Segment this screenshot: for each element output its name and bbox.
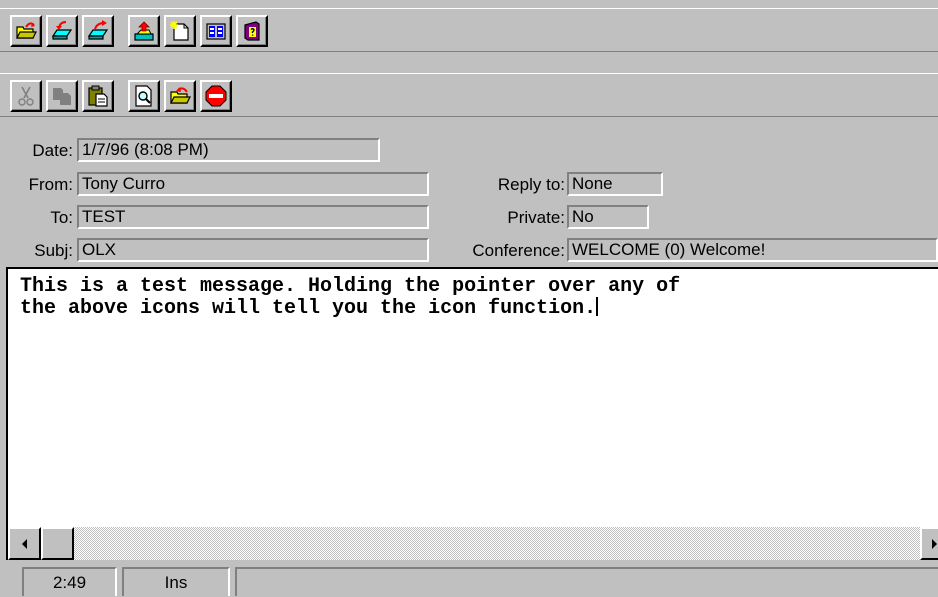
message-body-content: This is a test message. Holding the poin… bbox=[20, 275, 681, 320]
main-toolbar bbox=[0, 8, 938, 52]
edit-toolbar bbox=[0, 73, 938, 117]
address-book-icon bbox=[206, 23, 226, 40]
help-button[interactable] bbox=[236, 15, 268, 47]
cursor-position-panel: 2:49 bbox=[22, 567, 117, 596]
scroll-thumb[interactable] bbox=[41, 527, 74, 560]
address-book-button[interactable] bbox=[200, 15, 232, 47]
new-message-icon bbox=[170, 21, 189, 41]
paste-button[interactable] bbox=[82, 80, 114, 112]
date-label: Date: bbox=[32, 141, 73, 160]
conference-label: Conference: bbox=[472, 241, 565, 260]
stop-button[interactable] bbox=[200, 80, 232, 112]
help-book-icon bbox=[244, 21, 260, 41]
status-message-panel bbox=[235, 567, 938, 596]
date-field: 1/7/96 (8:08 PM) bbox=[77, 138, 380, 162]
open-folder-icon bbox=[16, 22, 37, 39]
upload-icon bbox=[134, 21, 154, 41]
message-body-text[interactable]: This is a test message. Holding the poin… bbox=[20, 277, 920, 319]
reply-icon bbox=[51, 21, 73, 40]
copy-icon bbox=[53, 88, 71, 105]
stop-icon bbox=[205, 85, 227, 107]
find-button[interactable] bbox=[128, 80, 160, 112]
upload-button[interactable] bbox=[128, 15, 160, 47]
reply-to-field: None bbox=[567, 172, 663, 196]
scroll-right-button[interactable] bbox=[920, 527, 938, 560]
message-body-area[interactable]: This is a test message. Holding the poin… bbox=[6, 267, 938, 560]
send-folder-button[interactable] bbox=[164, 80, 196, 112]
right-arrow-icon bbox=[932, 538, 937, 549]
new-message-button[interactable] bbox=[164, 15, 196, 47]
to-field: TEST bbox=[77, 205, 429, 229]
send-folder-icon bbox=[170, 87, 191, 104]
scroll-left-button[interactable] bbox=[8, 527, 41, 560]
to-label: To: bbox=[50, 208, 73, 227]
left-arrow-icon bbox=[21, 538, 27, 549]
reply-button[interactable] bbox=[46, 15, 78, 47]
conference-field: WELCOME (0) Welcome! bbox=[567, 238, 938, 262]
private-field: No bbox=[567, 205, 649, 229]
subj-label: Subj: bbox=[34, 241, 73, 260]
subj-field: OLX bbox=[77, 238, 429, 262]
forward-button[interactable] bbox=[82, 15, 114, 47]
forward-icon bbox=[87, 20, 109, 40]
cut-icon bbox=[18, 86, 34, 106]
paste-icon bbox=[88, 85, 108, 107]
from-label: From: bbox=[28, 175, 73, 194]
copy-button[interactable] bbox=[46, 80, 78, 112]
reply-to-label: Reply to: bbox=[497, 175, 565, 194]
open-folder-button[interactable] bbox=[10, 15, 42, 47]
horizontal-scrollbar[interactable] bbox=[8, 527, 938, 560]
find-icon bbox=[135, 85, 152, 107]
status-bar: 2:49 Ins bbox=[0, 560, 938, 596]
from-field: Tony Curro bbox=[77, 172, 429, 196]
private-label: Private: bbox=[507, 208, 565, 227]
text-cursor bbox=[596, 297, 599, 316]
cut-button[interactable] bbox=[10, 80, 42, 112]
insert-mode-panel: Ins bbox=[122, 567, 230, 596]
